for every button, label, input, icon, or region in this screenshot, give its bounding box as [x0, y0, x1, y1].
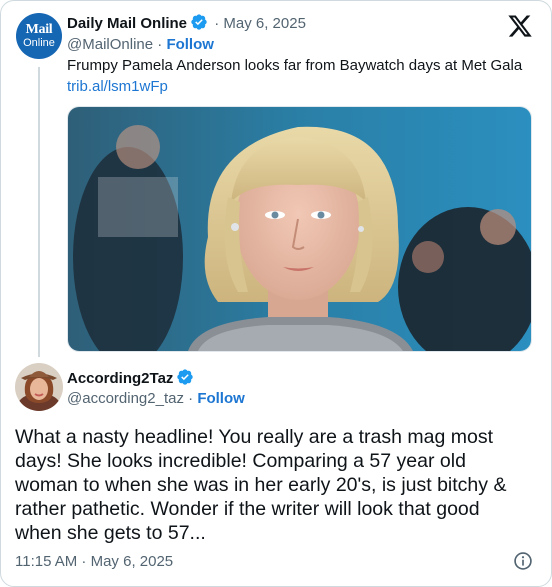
reply-author-name[interactable]: According2Taz: [67, 370, 173, 387]
reply-author-row: According2Taz: [67, 368, 196, 387]
x-logo-icon[interactable]: [507, 13, 533, 39]
avatar-text-line2: Online: [23, 37, 55, 49]
separator-dot: ·: [214, 15, 220, 32]
quoted-handle-row: @MailOnline · Follow: [67, 36, 214, 53]
avatar-text-line1: Mail: [25, 22, 53, 37]
post-timestamp[interactable]: 11:15 AM · May 6, 2025: [15, 553, 173, 570]
tweet-card: Mail Online Daily Mail Online · May 6, 2…: [0, 0, 552, 587]
quoted-post-text: Frumpy Pamela Anderson looks far from Ba…: [67, 57, 523, 74]
reply-handle[interactable]: @according2_taz: [67, 390, 184, 407]
quoted-date[interactable]: May 6, 2025: [223, 15, 306, 32]
quoted-author-name[interactable]: Daily Mail Online: [67, 15, 187, 32]
verified-badge-icon: [177, 369, 194, 385]
quoted-follow-button[interactable]: Follow: [166, 36, 214, 53]
thread-connector-line: [38, 67, 40, 357]
separator-dot: ·: [188, 390, 194, 407]
post-photo[interactable]: [67, 106, 532, 352]
reply-post-text: What a nasty headline! You really are a …: [15, 426, 507, 544]
separator-dot: ·: [157, 36, 163, 53]
reply-handle-row: @according2_taz · Follow: [67, 390, 245, 407]
avatar-illustration: [15, 363, 63, 411]
quoted-post-link[interactable]: trib.al/lsm1wFp: [67, 78, 168, 95]
quoted-author-row: Daily Mail Online · May 6, 2025: [67, 13, 306, 32]
verified-badge-icon: [191, 14, 207, 30]
daily-mail-avatar[interactable]: Mail Online: [16, 13, 62, 59]
reply-follow-button[interactable]: Follow: [197, 390, 245, 407]
info-icon[interactable]: [513, 551, 533, 571]
photo-illustration: [68, 107, 531, 351]
according2taz-avatar[interactable]: [15, 363, 63, 411]
quoted-handle[interactable]: @MailOnline: [67, 36, 153, 53]
